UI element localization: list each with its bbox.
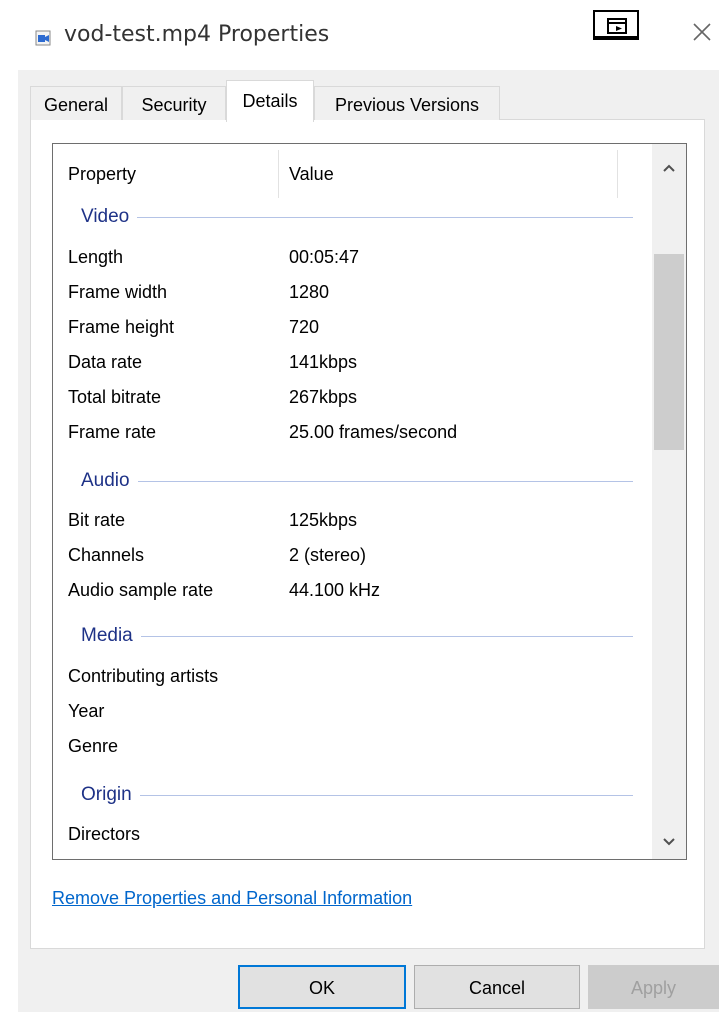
group-audio: Audio <box>53 466 643 500</box>
snap-icon <box>607 18 627 34</box>
table-row[interactable]: Length 00:05:47 <box>53 241 643 275</box>
property-name: Frame width <box>68 282 168 302</box>
property-name: Contributing artists <box>68 666 219 686</box>
video-file-icon <box>35 30 51 46</box>
property-value: 44.100 kHz <box>289 580 381 600</box>
group-title: Audio <box>81 470 138 492</box>
column-divider[interactable] <box>278 150 279 198</box>
property-value: 00:05:47 <box>289 247 360 267</box>
table-row[interactable]: Frame rate 25.00 frames/second <box>53 416 643 450</box>
group-divider-line <box>81 481 633 482</box>
group-title: Video <box>81 206 138 228</box>
column-header-property[interactable]: Property <box>68 164 136 185</box>
group-divider-line <box>81 636 633 637</box>
remove-properties-link[interactable]: Remove Properties and Personal Informati… <box>52 888 412 909</box>
table-row[interactable]: Frame width 1280 <box>53 276 643 310</box>
scroll-up-button[interactable] <box>652 150 686 184</box>
property-value: 2 (stereo) <box>289 545 367 565</box>
property-name: Year <box>68 701 105 721</box>
close-button[interactable] <box>688 16 718 46</box>
group-divider-line <box>81 217 633 218</box>
column-header-value[interactable]: Value <box>289 164 334 185</box>
property-name: Length <box>68 247 124 267</box>
table-row[interactable]: Contributing artists <box>53 660 643 694</box>
group-video: Video <box>53 202 643 236</box>
table-row[interactable]: Year <box>53 695 643 729</box>
table-row[interactable]: Genre <box>53 730 643 764</box>
table-row[interactable]: Bit rate 125kbps <box>53 504 643 538</box>
property-name: Directors <box>68 824 141 844</box>
tab-previous-versions[interactable]: Previous Versions <box>314 86 500 120</box>
table-row[interactable]: Audio sample rate 44.100 kHz <box>53 574 643 608</box>
group-title: Origin <box>81 784 140 806</box>
window-title: vod-test.mp4 Properties <box>64 22 330 47</box>
cancel-button[interactable]: Cancel <box>414 965 580 1009</box>
property-name: Data rate <box>68 352 143 372</box>
property-value: 25.00 frames/second <box>289 422 458 442</box>
property-name: Bit rate <box>68 510 126 530</box>
column-divider[interactable] <box>617 150 618 198</box>
property-name: Frame height <box>68 317 175 337</box>
snap-layout-button[interactable] <box>593 10 639 40</box>
property-value: 267kbps <box>289 387 358 407</box>
apply-button[interactable]: Apply <box>588 965 719 1009</box>
group-divider-line <box>81 795 633 796</box>
property-value: 141kbps <box>289 352 358 372</box>
chevron-up-icon <box>663 164 675 172</box>
properties-list[interactable]: Property Value Video Length 00:05:47 Fra… <box>52 143 687 860</box>
property-name: Total bitrate <box>68 387 162 407</box>
scroll-thumb[interactable] <box>654 254 684 450</box>
close-icon <box>693 23 711 41</box>
property-name: Audio sample rate <box>68 580 214 600</box>
ok-button[interactable]: OK <box>238 965 406 1009</box>
property-name: Channels <box>68 545 145 565</box>
title-bar: vod-test.mp4 Properties <box>0 0 719 70</box>
tab-general[interactable]: General <box>30 86 122 120</box>
property-value: 125kbps <box>289 510 358 530</box>
table-row[interactable]: Total bitrate 267kbps <box>53 381 643 415</box>
table-row[interactable]: Channels 2 (stereo) <box>53 539 643 573</box>
table-row[interactable]: Data rate 141kbps <box>53 346 643 380</box>
tab-details[interactable]: Details <box>226 80 314 122</box>
table-row[interactable]: Frame height 720 <box>53 311 643 345</box>
group-media: Media <box>53 621 643 655</box>
group-title: Media <box>81 625 141 647</box>
tab-security[interactable]: Security <box>122 86 226 120</box>
scroll-down-button[interactable] <box>652 825 686 859</box>
chevron-down-icon <box>663 838 675 846</box>
table-row[interactable]: Directors <box>53 818 643 852</box>
property-value: 1280 <box>289 282 330 302</box>
list-header: Property Value <box>53 144 643 206</box>
property-value: 720 <box>289 317 320 337</box>
property-name: Genre <box>68 736 119 756</box>
property-name: Frame rate <box>68 422 157 442</box>
group-origin: Origin <box>53 780 643 814</box>
vertical-scrollbar[interactable] <box>652 144 686 859</box>
